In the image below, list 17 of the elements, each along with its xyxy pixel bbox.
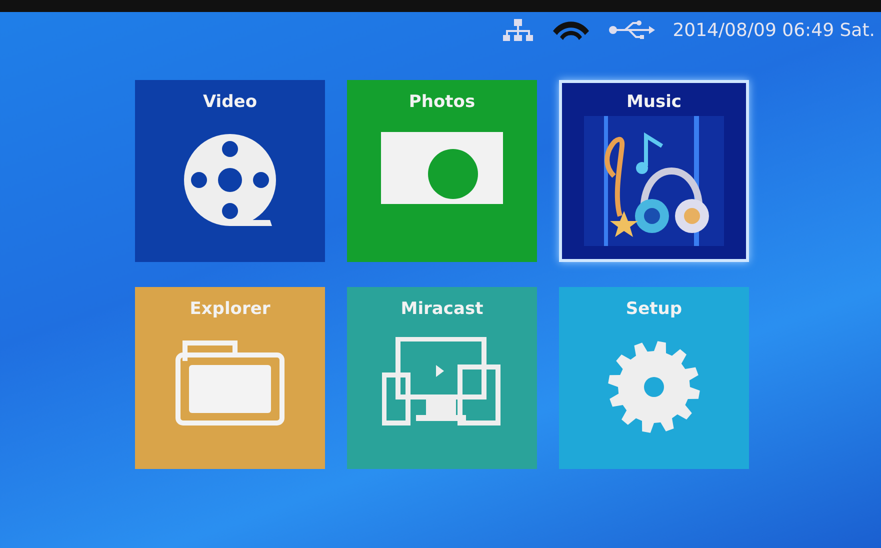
tile-label: Miracast <box>400 299 484 319</box>
tile-label: Music <box>626 92 682 112</box>
menu-tile[interactable]: Music <box>559 80 749 262</box>
tile-label: Video <box>202 92 258 112</box>
menu-tile[interactable]: Setup <box>559 287 749 469</box>
date-time: 2014/08/09 06:49 Sat. <box>672 20 875 40</box>
menu-tile[interactable]: Miracast <box>347 287 537 469</box>
menu-tile[interactable]: Explorer <box>135 287 325 469</box>
tile-label: Explorer <box>190 299 270 319</box>
tile-label: Photos <box>408 92 476 112</box>
wifi-icon <box>550 19 591 41</box>
tile-label: Setup <box>626 299 682 319</box>
usb-icon <box>608 20 655 40</box>
menu-tile[interactable]: Photos <box>347 80 537 262</box>
network-icon <box>502 19 533 41</box>
screens-icon <box>382 337 502 427</box>
menu-tile[interactable]: Video <box>135 80 325 262</box>
